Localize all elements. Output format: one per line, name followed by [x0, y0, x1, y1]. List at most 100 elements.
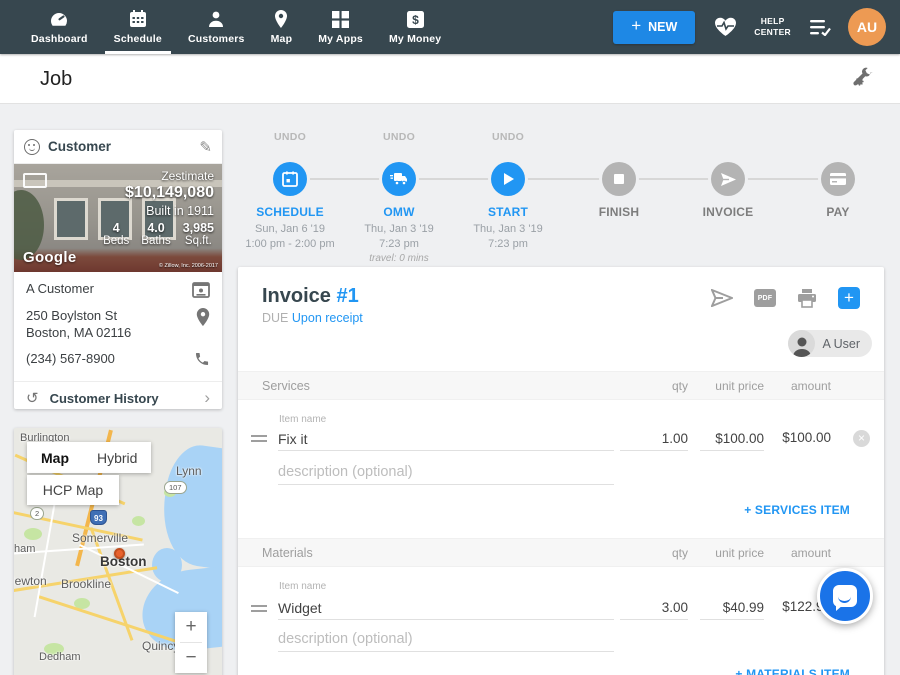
undo-omw-button[interactable]: UNDO — [344, 131, 454, 145]
route-badge-107: 107 — [164, 481, 187, 494]
customer-address-row: 250 Boylston St Boston, MA 02116 — [26, 308, 210, 342]
service-description-input[interactable] — [278, 459, 614, 485]
add-invoice-icon[interactable]: + — [838, 287, 860, 309]
assigned-user-chip[interactable]: A User — [788, 330, 872, 357]
map-park — [132, 516, 145, 526]
map-label-waltham: ham — [14, 543, 35, 555]
undo-schedule-button[interactable]: UNDO — [235, 131, 345, 145]
timeline-step-schedule: UNDO SCHEDULE Sun, Jan 6 '19 1:00 pm - 2… — [235, 131, 345, 252]
start-step-icon[interactable] — [491, 162, 525, 196]
user-avatar[interactable]: AU — [848, 8, 886, 46]
customer-history-button[interactable]: ↺ Customer History › — [14, 382, 222, 415]
map-type-hybrid-button[interactable]: Hybrid — [83, 442, 151, 473]
omw-step-icon[interactable] — [382, 162, 416, 196]
step-label: SCHEDULE — [235, 205, 345, 219]
undo-start-button[interactable]: UNDO — [453, 131, 563, 145]
google-logo: Google — [23, 249, 76, 266]
service-qty-input[interactable] — [620, 427, 688, 451]
timeline-step-omw: UNDO OMW Thu, Jan 3 '19 7:23 pm travel: … — [344, 131, 454, 264]
customer-name-row: A Customer — [26, 281, 210, 299]
chat-support-button[interactable] — [817, 568, 873, 624]
amount-column-header: amount — [791, 546, 831, 560]
task-list-icon[interactable] — [810, 19, 832, 36]
new-button[interactable]: + NEW — [613, 11, 695, 44]
customer-details: A Customer 250 Boylston St Boston, MA 02… — [14, 272, 222, 381]
remove-service-item-button[interactable]: × — [853, 430, 870, 447]
pay-step-icon[interactable] — [821, 162, 855, 196]
streetview-icon[interactable] — [23, 173, 47, 188]
travel-time-note: travel: 0 mins — [344, 253, 454, 264]
step-label: PAY — [783, 205, 893, 219]
timeline-step-finish: FINISH — [564, 131, 674, 219]
stat-beds: 4 Beds — [103, 221, 129, 247]
map-zoom-control: + − — [175, 612, 207, 673]
heart-pulse-icon[interactable] — [714, 17, 737, 37]
customer-phone: (234) 567-8900 — [26, 351, 190, 368]
property-photo[interactable]: Zestimate $10,149,080 Built in 1911 4 Be… — [14, 164, 222, 272]
nav-tab-my-apps[interactable]: My Apps — [305, 0, 376, 54]
material-qty-input[interactable] — [620, 596, 688, 620]
stat-label: Baths — [141, 235, 170, 247]
built-year: Built in 1911 — [103, 204, 214, 218]
unit-price-column-header: unit price — [715, 546, 764, 560]
section-title: Materials — [262, 546, 313, 560]
zestimate-label: Zestimate — [103, 169, 214, 183]
zoom-in-button[interactable]: + — [175, 612, 207, 642]
map-park — [24, 528, 42, 540]
chat-smile-icon — [838, 596, 851, 603]
step-label: INVOICE — [673, 205, 783, 219]
map-type-map-button[interactable]: Map — [27, 442, 83, 473]
stat-value: 3,985 — [183, 221, 214, 235]
apps-grid-icon — [332, 9, 349, 29]
invoice-number[interactable]: #1 — [336, 285, 358, 307]
svg-text:$: $ — [412, 12, 419, 26]
job-timeline: UNDO SCHEDULE Sun, Jan 6 '19 1:00 pm - 2… — [238, 131, 884, 259]
add-services-item-link[interactable]: + SERVICES ITEM — [744, 503, 850, 517]
invoice-title-text: Invoice — [262, 285, 331, 307]
drag-handle[interactable] — [251, 605, 267, 615]
edit-customer-icon[interactable]: ✎ — [199, 138, 212, 156]
print-icon[interactable] — [797, 289, 817, 308]
add-materials-item-link[interactable]: + MATERIALS ITEM — [735, 667, 850, 675]
page-header-bar: Job — [0, 54, 900, 104]
material-item-name-input[interactable] — [278, 596, 614, 620]
invoice-due: DUE Upon receipt — [262, 311, 363, 325]
phone-icon[interactable] — [190, 351, 210, 367]
material-description-input[interactable] — [278, 626, 614, 652]
nav-tab-dashboard[interactable]: Dashboard — [18, 0, 101, 54]
invoice-actions: PDF + — [711, 287, 860, 309]
location-pin-icon[interactable] — [190, 308, 210, 326]
schedule-step-icon[interactable] — [273, 162, 307, 196]
nav-tab-customers[interactable]: Customers — [175, 0, 258, 54]
service-item-name-input[interactable] — [278, 427, 614, 451]
finish-step-icon[interactable] — [602, 162, 636, 196]
nav-tab-schedule[interactable]: Schedule — [101, 0, 175, 54]
map-label-somerville: Somerville — [72, 531, 128, 545]
job-location-marker[interactable] — [114, 548, 125, 559]
help-center-link[interactable]: HELP CENTER — [754, 16, 791, 37]
chevron-right-icon: › — [204, 388, 210, 408]
money-icon: $ — [407, 9, 424, 29]
job-tools-icon[interactable] — [850, 67, 874, 96]
drag-handle[interactable] — [251, 435, 267, 445]
invoice-title: Invoice #1 — [262, 285, 359, 308]
services-section-header: Services qty unit price amount — [238, 371, 884, 400]
send-invoice-icon[interactable] — [711, 289, 733, 307]
customer-card: Customer ✎ Zestimate $10,149,080 Built i… — [14, 130, 222, 409]
nav-tab-my-money[interactable]: $ My Money — [376, 0, 454, 54]
step-date-line: 7:23 pm — [453, 237, 563, 252]
invoice-step-icon[interactable] — [711, 162, 745, 196]
item-name-label: Item name — [279, 581, 326, 592]
contact-card-icon[interactable] — [190, 281, 210, 299]
photo-building-detail — [54, 198, 88, 240]
customers-icon — [206, 9, 226, 29]
map-type-buttons: Map Hybrid — [27, 442, 151, 473]
hcp-map-button[interactable]: HCP Map — [27, 475, 119, 505]
stat-label: Beds — [103, 235, 129, 247]
customer-phone-row: (234) 567-8900 — [26, 351, 210, 368]
help-center-line1: HELP — [754, 16, 791, 27]
pdf-icon[interactable]: PDF — [754, 289, 776, 307]
zoom-out-button[interactable]: − — [175, 643, 207, 673]
due-value-link[interactable]: Upon receipt — [292, 311, 363, 325]
nav-tab-map[interactable]: Map — [258, 0, 306, 54]
